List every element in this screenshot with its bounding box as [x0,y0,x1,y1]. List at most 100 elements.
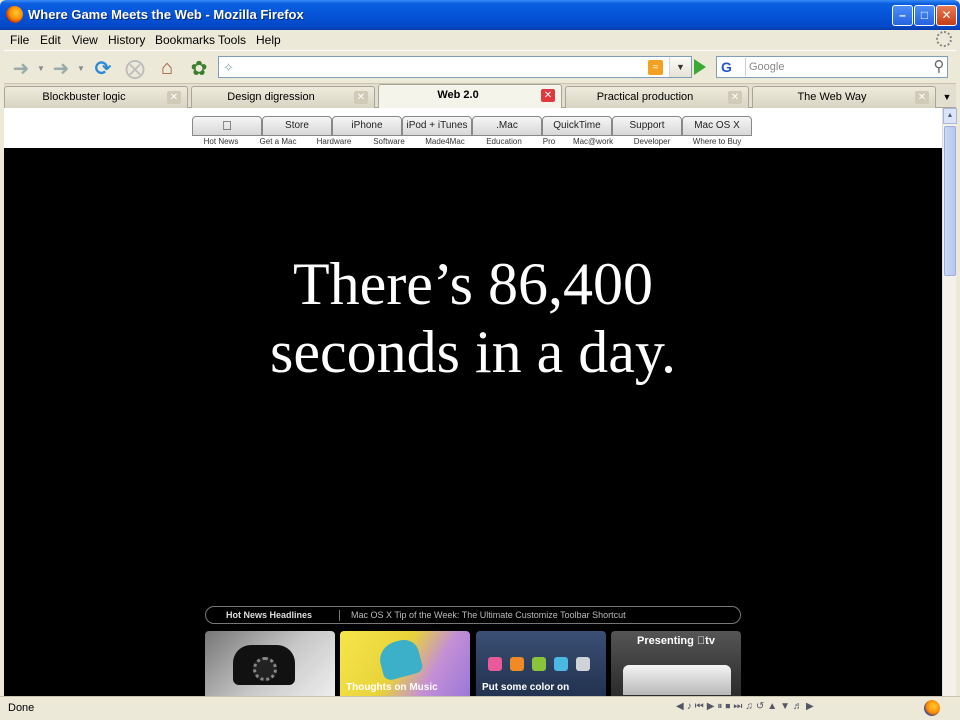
back-arrow-icon[interactable]: ➜ [8,55,34,81]
apple-tab-iphone[interactable]: iPhone [332,116,402,136]
menu-bookmarks[interactable]: Bookmarks [155,33,215,47]
apple-tab-ipod-itunes[interactable]: iPod + iTunes [402,116,472,136]
ticker-divider [339,610,340,621]
tab-close-icon[interactable]: ✕ [728,91,742,104]
menu-history[interactable]: History [108,33,145,47]
tab-close-icon[interactable]: ✕ [167,91,181,104]
window-title: Where Game Meets the Web - Mozilla Firef… [28,7,304,22]
tab-blockbuster-logic[interactable]: Blockbuster logic ✕ [4,86,188,108]
navigation-toolbar: ➜ ▼ ➜ ▼ ⟳ ⨂ ⌂ ✿ ✧ ≈ ▼ G Google ⚲ [4,50,956,84]
ipod-figure-icon [376,636,424,682]
subnav-hot-news[interactable]: Hot News [204,137,239,146]
close-button[interactable]: ✕ [936,5,957,26]
hot-news-ticker[interactable]: Hot News Headlines Mac OS X Tip of the W… [205,606,741,624]
status-text: Done [8,702,35,714]
menu-tools[interactable]: Tools [218,33,246,47]
page-icon: ✧ [223,60,234,75]
subnav-pro[interactable]: Pro [543,137,555,146]
tab-design-digression[interactable]: Design digression ✕ [191,86,375,108]
tab-the-web-way[interactable]: The Web Way ✕ [752,86,936,108]
forward-history-dropdown-icon[interactable]: ▼ [76,55,86,81]
search-placeholder: Google [749,61,785,73]
tab-close-icon[interactable]: ✕ [354,91,368,104]
promo-apple-tv[interactable]: Presenting tv [611,631,741,696]
forward-arrow-icon[interactable]: ➜ [48,55,74,81]
leaf-addon-icon[interactable]: ✿ [186,55,212,81]
subnav-developer[interactable]: Developer [634,137,670,146]
subnav-mac-at-work[interactable]: Mac@work [573,137,613,146]
tab-label: Practical production [596,91,694,103]
rotary-dial-icon [253,657,277,681]
tab-close-icon[interactable]: ✕ [915,91,929,104]
hot-news-headline[interactable]: Mac OS X Tip of the Week: The Ultimate C… [351,610,626,620]
apple-tab-mac-os-x[interactable]: Mac OS X [682,116,752,136]
status-bar: Done ◀♪⏮▶⏸⏹⏭♫↺▲▼♬▶ [0,696,960,720]
menu-file[interactable]: File [10,33,29,47]
firefox-status-icon[interactable] [924,700,940,716]
apple-tv-device-icon [623,665,731,695]
vertical-scrollbar[interactable]: ▲ [942,108,957,696]
promo-thoughts-on-music[interactable]: Thoughts on Music [340,631,470,696]
firefox-icon [6,6,23,23]
ipod-shuffle-orange-icon [510,657,524,671]
stop-icon[interactable]: ⨂ [122,55,148,81]
tab-label: Design digression [227,91,315,103]
scroll-up-arrow-icon[interactable]: ▲ [943,108,957,124]
subnav-hardware[interactable]: Hardware [317,137,352,146]
slide-line-2: seconds in a day. [270,319,676,385]
search-magnifier-icon[interactable]: ⚲ [928,57,950,77]
apple-tab-store[interactable]: Store [262,116,332,136]
search-bar[interactable]: G Google [716,56,948,78]
tab-label: The Web Way [797,91,867,103]
tab-list-dropdown-icon[interactable]: ▼ [938,86,956,108]
apple-tab-dotmac[interactable]: .Mac [472,116,542,136]
promo-label: Put some color on [482,682,570,693]
menu-bar: File Edit View History Bookmarks Tools H… [4,30,956,50]
scroll-thumb[interactable] [944,126,956,276]
maximize-button[interactable]: □ [914,5,935,26]
search-engine-google-icon[interactable]: G [718,58,746,76]
ipod-shuffle-blue-icon [554,657,568,671]
tab-close-icon[interactable]: ✕ [541,89,555,102]
promo-label: Presenting tv [637,635,715,647]
tab-strip: Blockbuster logic ✕ Design digression ✕ … [4,84,956,108]
rss-feed-icon[interactable]: ≈ [648,60,663,75]
page-content:  Store iPhone iPod + iTunes .Mac QuickT… [4,108,942,696]
activity-throbber-icon [936,31,952,47]
slide-headline: There’s 86,400 seconds in a day. [4,250,942,386]
firefox-window: Where Game Meets the Web - Mozilla Firef… [0,0,960,720]
tab-label: Blockbuster logic [42,91,126,103]
ipod-shuffle-silver-icon [576,657,590,671]
hot-news-label: Hot News Headlines [226,610,313,620]
promo-telephone[interactable] [205,631,335,696]
minimize-button[interactable]: – [892,5,913,26]
go-arrow-icon[interactable] [694,59,706,75]
promo-put-some-color-on[interactable]: Put some color on [476,631,606,696]
apple-logo-icon[interactable]:  [192,116,262,136]
menu-view[interactable]: View [72,33,98,47]
url-history-dropdown-icon[interactable]: ▼ [669,57,691,77]
reload-icon[interactable]: ⟳ [90,55,116,81]
apple-nav-bar:  Store iPhone iPod + iTunes .Mac QuickT… [4,108,942,148]
promo-label: Thoughts on Music [346,682,438,693]
ipod-shuffle-green-icon [532,657,546,671]
slide-line-1: There’s 86,400 [293,251,653,317]
title-bar[interactable]: Where Game Meets the Web - Mozilla Firef… [0,0,960,30]
apple-tab-quicktime[interactable]: QuickTime [542,116,612,136]
url-bar[interactable]: ✧ ≈ ▼ [218,56,692,78]
tab-label: Web 2.0 [437,89,479,101]
media-player-controls-icon[interactable]: ◀♪⏮▶⏸⏹⏭♫↺▲▼♬▶ [676,701,817,712]
apple-tab-support[interactable]: Support [612,116,682,136]
subnav-education[interactable]: Education [486,137,522,146]
home-icon[interactable]: ⌂ [154,55,180,81]
back-history-dropdown-icon[interactable]: ▼ [36,55,46,81]
subnav-software[interactable]: Software [373,137,405,146]
subnav-get-a-mac[interactable]: Get a Mac [260,137,297,146]
tab-web-2-0[interactable]: Web 2.0 ✕ [378,84,562,108]
menu-help[interactable]: Help [256,33,281,47]
tab-practical-production[interactable]: Practical production ✕ [565,86,749,108]
subnav-where-to-buy[interactable]: Where to Buy [693,137,741,146]
subnav-made4mac[interactable]: Made4Mac [425,137,465,146]
ipod-shuffle-pink-icon [488,657,502,671]
menu-edit[interactable]: Edit [40,33,61,47]
